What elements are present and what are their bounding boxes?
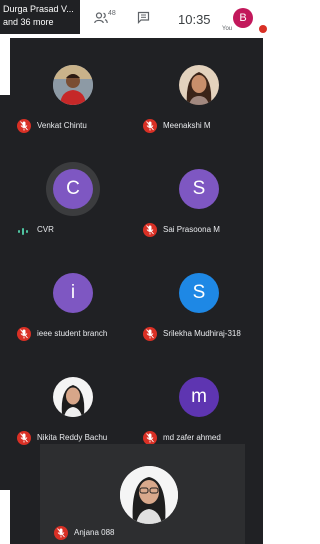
participant-name: Meenakshi M	[163, 121, 211, 130]
participant-name: Venkat Chintu	[37, 121, 87, 130]
participant-tile[interactable]: S Srilekha Mudhiraj-318	[136, 246, 262, 350]
participant-name: CVR	[37, 225, 54, 234]
self-label: You	[222, 26, 233, 32]
participant-name: Nikita Reddy Bachu	[37, 433, 108, 442]
participant-count: 48	[108, 10, 116, 17]
muted-mic-icon	[143, 327, 157, 341]
participant-tile[interactable]: i ieee student branch	[10, 246, 136, 350]
participant-avatar: C	[53, 169, 93, 209]
top-bar: Durga Prasad V... and 36 more 48 10:35 B…	[0, 0, 267, 38]
participant-grid: Venkat Chintu Meenakshi M C CVR S Sai Pr…	[10, 38, 263, 544]
self-avatar[interactable]: B	[233, 8, 253, 28]
presenter-name: Durga Prasad V...	[3, 4, 74, 14]
muted-mic-icon	[17, 431, 31, 445]
recording-indicator	[259, 25, 267, 33]
participant-photo	[120, 466, 178, 524]
chat-icon	[137, 11, 150, 24]
participant-tile[interactable]: S Sai Prasoona M	[136, 142, 262, 246]
people-icon	[94, 12, 108, 24]
participant-avatar: i	[53, 273, 93, 313]
participant-tile[interactable]: Meenakshi M	[136, 38, 262, 142]
participant-avatar: S	[179, 273, 219, 313]
participant-name: md zafer ahmed	[163, 433, 221, 442]
muted-mic-icon	[143, 223, 157, 237]
participant-photo	[53, 65, 93, 105]
participant-tile[interactable]: Venkat Chintu	[10, 38, 136, 142]
participant-tile[interactable]: C CVR	[10, 142, 136, 246]
participant-tile[interactable]: Nikita Reddy Bachu	[10, 350, 136, 454]
participant-name: ieee student branch	[37, 329, 108, 338]
participant-name: Sai Prasoona M	[163, 225, 220, 234]
participants-button[interactable]: 48	[94, 10, 124, 30]
participant-name: Srilekha Mudhiraj-318	[163, 329, 241, 338]
chat-button[interactable]	[137, 11, 150, 29]
presenter-others: and 36 more	[3, 17, 54, 27]
participant-tile[interactable]: m md zafer ahmed	[136, 350, 262, 454]
side-strip	[0, 95, 10, 490]
muted-mic-icon	[143, 119, 157, 133]
participant-name: Anjana 088	[74, 528, 115, 537]
participant-tile-featured[interactable]: Anjana 088	[40, 444, 245, 544]
clock: 10:35	[178, 12, 211, 27]
muted-mic-icon	[143, 431, 157, 445]
muted-mic-icon	[17, 119, 31, 133]
muted-mic-icon	[54, 526, 68, 540]
participant-avatar: S	[179, 169, 219, 209]
participant-avatar: m	[179, 377, 219, 417]
participant-photo	[179, 65, 219, 105]
muted-mic-icon	[17, 327, 31, 341]
presenter-info[interactable]: Durga Prasad V... and 36 more	[0, 0, 80, 34]
speaking-indicator-icon	[18, 227, 30, 235]
participant-photo	[53, 377, 93, 417]
